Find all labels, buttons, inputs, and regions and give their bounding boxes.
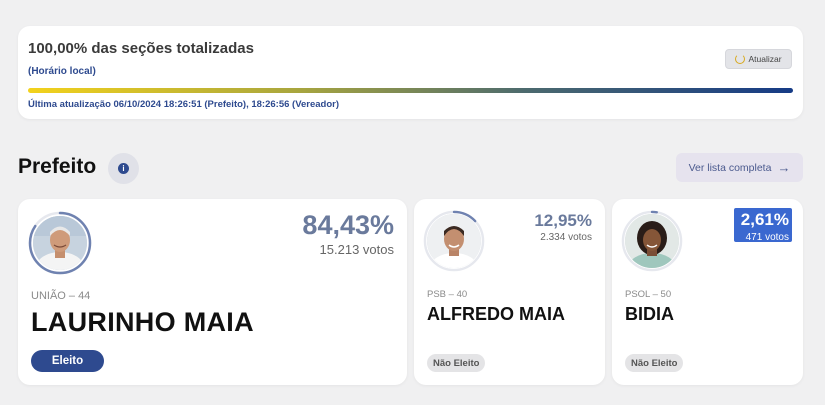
section-title: Prefeito (18, 155, 97, 178)
vote-count: 15.213 votos (319, 242, 394, 257)
vote-count: 2.334 votos (540, 232, 592, 243)
vote-percentage: 2,61% (740, 210, 789, 229)
totalization-status-card: 100,00% das seções totalizadas (Horário … (18, 26, 803, 119)
not-elected-badge: Não Eleito (625, 354, 684, 372)
candidate-avatar-wrapper (423, 210, 485, 272)
vote-percentage: 12,95% (534, 211, 592, 230)
info-button[interactable]: i (108, 153, 139, 184)
totalization-title: 100,00% das seções totalizadas (28, 40, 254, 57)
refresh-label: Atualizar (748, 54, 782, 64)
elected-badge: Eleito (31, 350, 104, 372)
arrow-right-icon: → (777, 160, 791, 175)
totalization-progress-bar (28, 88, 793, 93)
refresh-icon (735, 54, 746, 64)
local-time-note: (Horário local) (28, 66, 96, 77)
last-update-text: Última atualização 06/10/2024 18:26:51 (… (28, 99, 340, 110)
refresh-button[interactable]: Atualizar (725, 49, 792, 69)
vote-count: 471 votos (745, 232, 789, 243)
candidate-photo (427, 214, 481, 268)
candidate-card[interactable]: 12,95% 2.334 votos PSB – 40 ALFREDO MAIA… (414, 199, 605, 385)
candidate-name: ALFREDO MAIA (427, 304, 565, 324)
candidate-avatar-wrapper (621, 210, 683, 272)
candidate-photo (33, 216, 87, 270)
candidate-name: LAURINHO MAIA (31, 307, 254, 337)
candidate-photo (625, 214, 679, 268)
not-elected-badge: Não Eleito (427, 354, 486, 372)
progress-fill (28, 88, 793, 93)
candidate-avatar-wrapper (28, 211, 92, 275)
full-list-button[interactable]: Ver lista completa → (676, 153, 803, 182)
candidate-name: BIDIA (625, 304, 674, 324)
candidate-card[interactable]: 84,43% 15.213 votos UNIÃO – 44 LAURINHO … (18, 199, 407, 385)
vote-percentage: 84,43% (302, 210, 394, 240)
candidate-card[interactable]: 2,61% 471 votos PSOL – 50 BIDIA Não Elei… (612, 199, 803, 385)
party-number: PSOL – 50 (625, 289, 672, 300)
full-list-label: Ver lista completa (688, 161, 772, 174)
party-number: PSB – 40 (427, 289, 468, 300)
party-number: UNIÃO – 44 (31, 290, 91, 302)
info-icon: i (118, 163, 129, 174)
